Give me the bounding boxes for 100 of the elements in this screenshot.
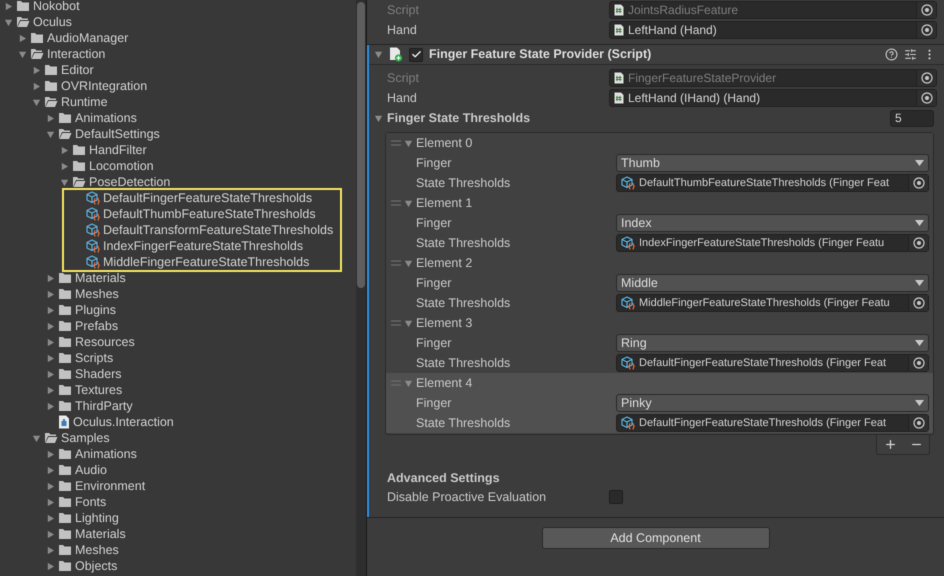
- expand-arrow-icon[interactable]: [46, 290, 55, 298]
- tree-item-label[interactable]: OVRIntegration: [61, 78, 148, 94]
- tree-item-label[interactable]: Resources: [75, 334, 135, 350]
- drag-handle-icon[interactable]: [391, 260, 401, 266]
- tree-item-label[interactable]: Shaders: [75, 366, 122, 382]
- tree-item-label[interactable]: Prefabs: [75, 318, 118, 334]
- drag-handle-icon[interactable]: [391, 140, 401, 146]
- tree-item-label[interactable]: Editor: [61, 62, 94, 78]
- tree-item-label[interactable]: Meshes: [75, 286, 119, 302]
- drag-handle-icon[interactable]: [391, 320, 401, 326]
- list-label[interactable]: Finger State Thresholds: [387, 108, 886, 128]
- tree-item-label[interactable]: Meshes: [75, 542, 119, 558]
- expand-arrow-icon[interactable]: [46, 482, 55, 490]
- finger-dropdown[interactable]: Thumb: [616, 154, 929, 172]
- expand-arrow-icon[interactable]: [60, 146, 69, 154]
- expand-arrow-icon[interactable]: [46, 114, 55, 122]
- expand-arrow-icon[interactable]: [46, 562, 55, 570]
- expand-arrow-icon[interactable]: [46, 274, 55, 282]
- presets-icon[interactable]: [904, 48, 917, 61]
- tree-item-label[interactable]: DefaultTransformFeatureStateThresholds: [103, 222, 334, 238]
- tree-item-label[interactable]: HandFilter: [89, 142, 147, 158]
- collapse-arrow-icon[interactable]: [374, 50, 383, 59]
- expand-arrow-icon[interactable]: [46, 306, 55, 314]
- object-field[interactable]: DefaultThumbFeatureStateThresholds (Finger Feat: [616, 174, 929, 192]
- expand-arrow-icon[interactable]: [46, 386, 55, 394]
- tree-item-label[interactable]: PoseDetection: [89, 174, 170, 190]
- object-picker-icon[interactable]: [920, 24, 932, 36]
- tree-item-label[interactable]: Plugins: [75, 302, 116, 318]
- tree-item-label[interactable]: DefaultFingerFeatureStateThresholds: [103, 190, 312, 206]
- object-picker-icon[interactable]: [912, 177, 924, 189]
- tree-item-label[interactable]: Audio: [75, 462, 107, 478]
- object-field[interactable]: DefaultFingerFeatureStateThresholds (Finger Feat: [616, 414, 929, 432]
- object-picker-icon[interactable]: [912, 297, 924, 309]
- tree-item-label[interactable]: DefaultSettings: [75, 126, 160, 142]
- element-label[interactable]: Element 2: [416, 254, 472, 272]
- expand-arrow-icon[interactable]: [60, 162, 69, 170]
- expand-arrow-icon[interactable]: [46, 402, 55, 410]
- object-picker-icon[interactable]: [912, 417, 924, 429]
- tree-item-label[interactable]: Textures: [75, 382, 122, 398]
- tree-item-label[interactable]: MiddleFingerFeatureStateThresholds: [103, 254, 310, 270]
- tree-item-label[interactable]: Oculus: [33, 14, 72, 30]
- scrollbar-thumb[interactable]: [357, 2, 365, 288]
- tree-item-label[interactable]: Samples: [61, 430, 110, 446]
- expand-arrow-icon[interactable]: [46, 466, 55, 474]
- element-label[interactable]: Element 4: [416, 374, 472, 392]
- expand-arrow-icon[interactable]: [32, 66, 41, 74]
- finger-dropdown[interactable]: Index: [616, 214, 929, 232]
- object-field[interactable]: LeftHand (IHand) (Hand): [609, 89, 937, 107]
- object-picker-icon[interactable]: [912, 237, 924, 249]
- object-field[interactable]: IndexFingerFeatureStateThresholds (Finger Featu: [616, 234, 929, 252]
- tree-item-label[interactable]: IndexFingerFeatureStateThresholds: [103, 238, 304, 254]
- element-label[interactable]: Element 0: [416, 134, 472, 152]
- finger-dropdown[interactable]: Middle: [616, 274, 929, 292]
- element-label[interactable]: Element 3: [416, 314, 472, 332]
- help-icon[interactable]: [885, 48, 898, 61]
- expand-arrow-icon[interactable]: [4, 2, 13, 10]
- collapse-arrow-icon[interactable]: [4, 18, 13, 26]
- tree-item-label[interactable]: Materials: [75, 270, 126, 286]
- expand-arrow-icon[interactable]: [46, 450, 55, 458]
- expand-arrow-icon[interactable]: [18, 34, 27, 42]
- add-element-icon[interactable]: [884, 438, 896, 451]
- tree-item-label[interactable]: Runtime: [61, 94, 108, 110]
- collapse-arrow-icon[interactable]: [404, 258, 413, 268]
- tree-item-label[interactable]: ThirdParty: [75, 398, 133, 414]
- object-picker-icon[interactable]: [912, 357, 924, 369]
- object-field[interactable]: MiddleFingerFeatureStateThresholds (Finger Featu: [616, 294, 929, 312]
- add-component-button[interactable]: Add Component: [542, 527, 770, 549]
- tree-item-label[interactable]: Nokobot: [33, 0, 80, 14]
- checkbox[interactable]: [609, 490, 623, 504]
- finger-dropdown[interactable]: Ring: [616, 334, 929, 352]
- object-field[interactable]: DefaultFingerFeatureStateThresholds (Finger Feat: [616, 354, 929, 372]
- tree-item-label[interactable]: AudioManager: [47, 30, 128, 46]
- drag-handle-icon[interactable]: [391, 200, 401, 206]
- collapse-arrow-icon[interactable]: [404, 378, 413, 388]
- collapse-arrow-icon[interactable]: [374, 114, 383, 122]
- element-label[interactable]: Element 1: [416, 194, 472, 212]
- expand-arrow-icon[interactable]: [46, 530, 55, 538]
- expand-arrow-icon[interactable]: [46, 338, 55, 346]
- collapse-arrow-icon[interactable]: [404, 318, 413, 328]
- collapse-arrow-icon[interactable]: [32, 98, 41, 106]
- expand-arrow-icon[interactable]: [46, 546, 55, 554]
- collapse-arrow-icon[interactable]: [404, 198, 413, 208]
- tree-item-label[interactable]: Animations: [75, 446, 137, 462]
- tree-item-label[interactable]: Animations: [75, 110, 137, 126]
- tree-item-label[interactable]: Lighting: [75, 510, 119, 526]
- collapse-arrow-icon[interactable]: [32, 434, 41, 442]
- drag-handle-icon[interactable]: [391, 380, 401, 386]
- enabled-checkbox[interactable]: [409, 48, 423, 62]
- tree-item-label[interactable]: Locomotion: [89, 158, 154, 174]
- tree-item-label[interactable]: Oculus.Interaction: [73, 414, 174, 430]
- expand-arrow-icon[interactable]: [46, 322, 55, 330]
- component-header[interactable]: Finger Feature State Provider (Script): [369, 45, 944, 65]
- tree-item-label[interactable]: Environment: [75, 478, 146, 494]
- list-element[interactable]: Element 0 Finger Thumb State Thresholds DefaultThumbFeatureStateThresholds (Finger Feat: [386, 133, 933, 193]
- collapse-arrow-icon[interactable]: [60, 178, 69, 186]
- collapse-arrow-icon[interactable]: [46, 130, 55, 138]
- tree-item-label[interactable]: Scripts: [75, 350, 114, 366]
- list-element[interactable]: Element 4 Finger Pinky State Thresholds DefaultFingerFeatureStateThresholds (Finger Feat: [386, 373, 933, 433]
- expand-arrow-icon[interactable]: [46, 514, 55, 522]
- tree-item-label[interactable]: Materials: [75, 526, 126, 542]
